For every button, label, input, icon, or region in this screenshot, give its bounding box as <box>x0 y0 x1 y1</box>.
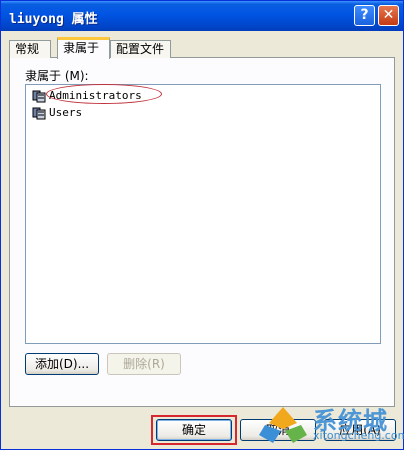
tab-member-of[interactable]: 隶属于 <box>57 37 110 59</box>
group-name: Administrators <box>49 89 142 102</box>
properties-window: liuyong 属性 ? ✕ 常规 隶属于 配置文件 隶属于 (M): Admi… <box>0 0 404 450</box>
window-title: liuyong 属性 <box>9 12 98 27</box>
member-of-list[interactable]: Administrators Users <box>25 84 381 344</box>
watermark-logo-icon <box>259 407 307 443</box>
help-button[interactable]: ? <box>354 5 375 26</box>
remove-button[interactable]: 删除(R) <box>107 353 181 375</box>
add-button[interactable]: 添加(D)... <box>25 353 99 375</box>
tab-profile[interactable]: 配置文件 <box>110 40 171 58</box>
group-icon <box>32 107 46 120</box>
group-icon <box>32 90 46 103</box>
watermark-url: xitongcheng.com <box>313 429 404 442</box>
group-name: Users <box>49 106 83 119</box>
ok-highlight-box <box>151 415 237 445</box>
title-bar[interactable]: liuyong 属性 ? ✕ <box>1 1 403 31</box>
watermark: 系统城 xitongcheng.com <box>251 397 404 451</box>
member-of-label: 隶属于 (M): <box>25 69 89 83</box>
tab-general[interactable]: 常规 <box>9 40 51 58</box>
close-button[interactable]: ✕ <box>378 5 399 26</box>
